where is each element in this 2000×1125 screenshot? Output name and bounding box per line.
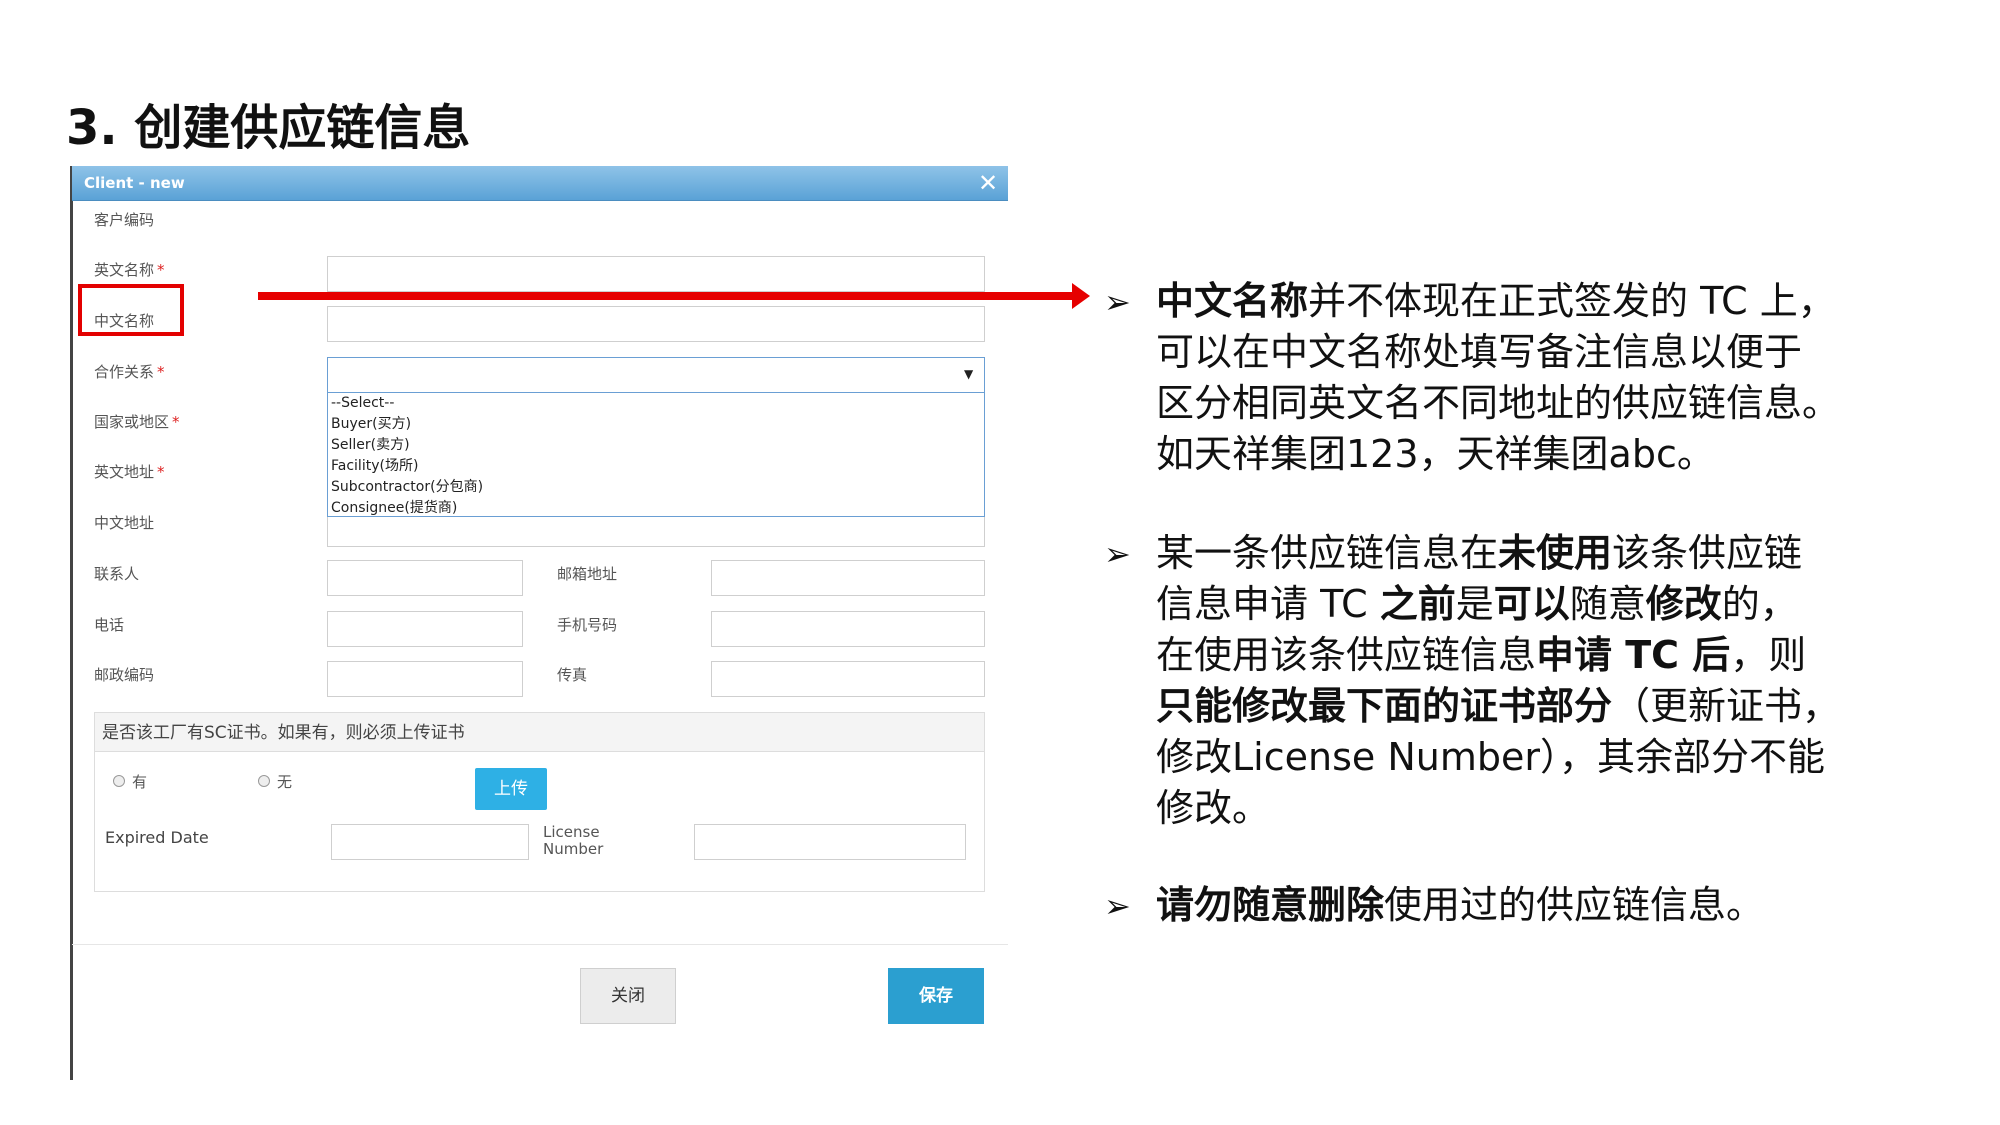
dialog-footer-divider <box>72 944 1008 945</box>
save-button[interactable]: 保存 <box>888 968 984 1024</box>
cooperation-select[interactable] <box>327 357 985 393</box>
customer-code-label: 客户编码 <box>94 211 155 229</box>
dialog-title: Client - new <box>84 174 185 192</box>
mobile-input[interactable] <box>711 611 985 647</box>
required-mark: * <box>157 261 165 279</box>
expired-date-label: Expired Date <box>105 828 209 847</box>
phone-label: 电话 <box>94 616 125 634</box>
note-do-not-delete: 请勿随意删除使用过的供应链信息。 <box>1156 883 1765 927</box>
radio-no[interactable] <box>258 775 270 787</box>
radio-no-label: 无 <box>277 773 293 791</box>
contact-label: 联系人 <box>94 565 140 583</box>
radio-yes-label: 有 <box>132 773 148 791</box>
note-chinese-name: 中文名称并不体现在正式签发的 TC 上， 可以在中文名称处填写备注信息以便于 区… <box>1156 279 1841 476</box>
fax-input[interactable] <box>711 661 985 697</box>
expired-date-input[interactable] <box>331 824 529 860</box>
radio-yes[interactable] <box>113 775 125 787</box>
english-name-label: 英文名称 * <box>94 261 165 279</box>
email-label: 邮箱地址 <box>557 565 618 583</box>
contact-input[interactable] <box>327 560 523 596</box>
chinese-name-input[interactable] <box>327 306 985 342</box>
slide-title: 3. 创建供应链信息 <box>66 100 471 156</box>
license-label-line2: Number <box>543 840 604 858</box>
chinese-name-highlight <box>78 284 184 336</box>
dialog-titlebar <box>72 166 1008 201</box>
license-label-line1: License <box>543 823 600 841</box>
upload-button[interactable]: 上传 <box>475 768 547 810</box>
email-input[interactable] <box>711 560 985 596</box>
required-mark: * <box>157 463 165 481</box>
required-mark: * <box>172 413 180 431</box>
required-mark: * <box>157 363 165 381</box>
annotation-arrow-head <box>1072 283 1090 309</box>
bullet-arrow-icon: ➢ <box>1104 283 1131 321</box>
option-seller[interactable]: Seller(卖方) <box>331 435 410 455</box>
country-label: 国家或地区 * <box>94 413 180 431</box>
phone-input[interactable] <box>327 611 523 647</box>
license-number-input[interactable] <box>694 824 966 860</box>
option-consignee[interactable]: Consignee(提货商) <box>331 498 457 518</box>
option-select[interactable]: --Select-- <box>331 393 394 413</box>
option-buyer[interactable]: Buyer(买方) <box>331 414 411 434</box>
close-icon[interactable]: ✕ <box>975 170 1001 196</box>
bullet-arrow-icon: ➢ <box>1104 887 1131 925</box>
english-name-input[interactable] <box>327 256 985 292</box>
chinese-address-label: 中文地址 <box>94 514 155 532</box>
english-address-label: 英文地址 * <box>94 463 165 481</box>
postcode-label: 邮政编码 <box>94 666 155 684</box>
postcode-input[interactable] <box>327 661 523 697</box>
fax-label: 传真 <box>557 666 588 684</box>
annotation-arrow-line <box>258 292 1076 300</box>
chinese-address-input[interactable] <box>327 517 985 547</box>
option-subcontractor[interactable]: Subcontractor(分包商) <box>331 477 483 497</box>
chevron-down-icon[interactable]: ▼ <box>964 364 973 384</box>
mobile-label: 手机号码 <box>557 616 618 634</box>
sc-section-title: 是否该工厂有SC证书。如果有，则必须上传证书 <box>102 723 465 743</box>
cooperation-label: 合作关系 * <box>94 363 165 381</box>
note-modify-rules: 某一条供应链信息在未使用该条供应链 信息申请 TC 之前是可以随意修改的， 在使… <box>1156 531 1841 830</box>
option-facility[interactable]: Facility(场所) <box>331 456 418 476</box>
close-button[interactable]: 关闭 <box>580 968 676 1024</box>
bullet-arrow-icon: ➢ <box>1104 535 1131 573</box>
